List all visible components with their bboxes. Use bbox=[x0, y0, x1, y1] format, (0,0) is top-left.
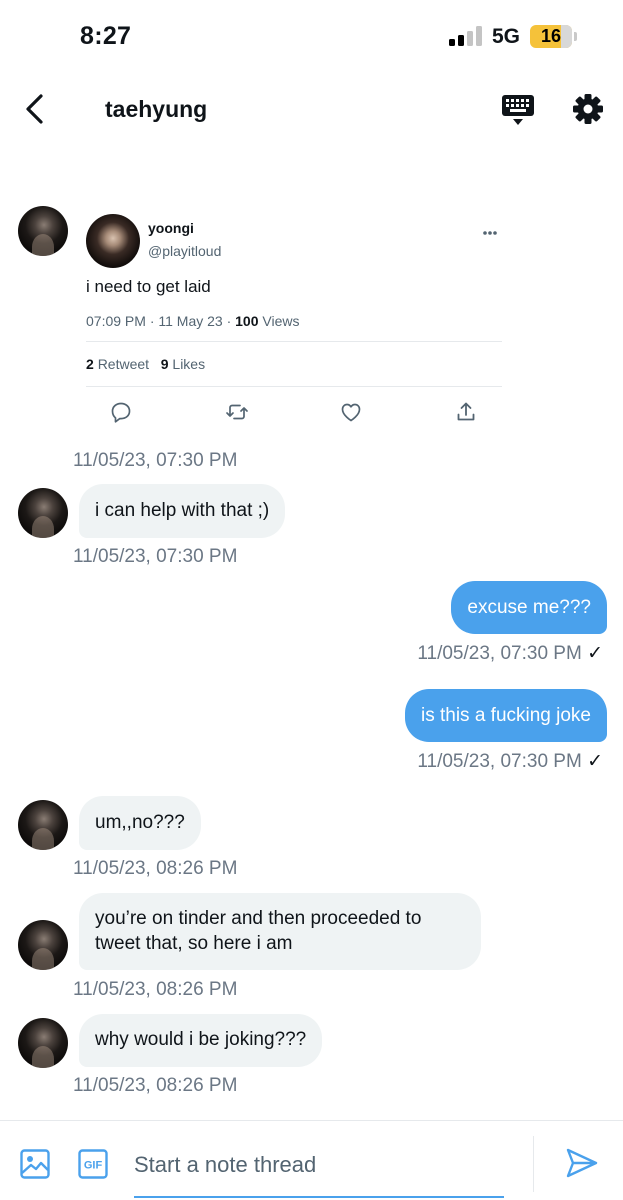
tweet-stats: 2 Retweet 9 Likes bbox=[86, 356, 205, 372]
retweet-button[interactable] bbox=[225, 400, 249, 424]
message-timestamp: 11/05/23, 08:26 PM bbox=[73, 858, 238, 879]
add-image-button[interactable] bbox=[19, 1148, 51, 1180]
tweet-text: i need to get laid bbox=[86, 277, 211, 296]
message-timestamp-row: 11/05/23, 07:30 PM ✓ bbox=[417, 642, 603, 665]
tweet-views-label: Views bbox=[262, 313, 300, 329]
tweet-divider bbox=[86, 386, 502, 387]
composer-divider bbox=[0, 1120, 623, 1121]
send-button[interactable] bbox=[564, 1145, 600, 1181]
read-check-icon: ✓ bbox=[587, 643, 603, 664]
likes-count: 9 bbox=[160, 356, 169, 372]
likes-label[interactable]: Likes bbox=[172, 356, 205, 372]
chevron-left-icon bbox=[26, 94, 43, 124]
keyboard-icon bbox=[502, 95, 534, 125]
outgoing-message[interactable]: is this a fucking joke bbox=[404, 689, 607, 742]
message-timestamp: 11/05/23, 07:30 PM bbox=[73, 450, 238, 471]
battery-icon: 16 bbox=[530, 25, 572, 48]
status-time: 8:27 bbox=[80, 22, 132, 50]
share-button[interactable] bbox=[454, 400, 478, 424]
add-gif-button[interactable]: GIF bbox=[77, 1148, 109, 1180]
composer-separator bbox=[533, 1136, 534, 1192]
incoming-message[interactable]: why would i be joking??? bbox=[79, 1014, 323, 1067]
gif-icon: GIF bbox=[78, 1149, 108, 1179]
more-horizontal-icon bbox=[483, 231, 497, 235]
settings-button[interactable] bbox=[571, 92, 605, 126]
sender-avatar[interactable] bbox=[18, 1018, 68, 1068]
reply-button[interactable] bbox=[109, 400, 133, 424]
sender-avatar[interactable] bbox=[18, 206, 68, 256]
image-icon bbox=[20, 1149, 50, 1179]
gif-label: GIF bbox=[84, 1160, 103, 1172]
tweet-author-avatar[interactable] bbox=[86, 214, 140, 268]
message-timestamp: 11/05/23, 08:26 PM bbox=[73, 1075, 238, 1096]
battery-cap bbox=[574, 32, 577, 41]
retweet-label[interactable]: Retweet bbox=[98, 356, 149, 372]
signal-icon bbox=[449, 26, 483, 46]
reply-icon bbox=[111, 402, 131, 423]
network-label: 5G bbox=[492, 25, 521, 48]
tweet-time: 07:09 PM · 11 May 23 · bbox=[86, 313, 236, 329]
note-thread-input[interactable] bbox=[134, 1146, 504, 1184]
send-icon bbox=[566, 1148, 598, 1178]
tweet-author-name[interactable]: yoongi bbox=[148, 220, 194, 236]
tweet-meta: 07:09 PM · 11 May 23 · 100 Views bbox=[86, 313, 299, 329]
battery-level: 16 bbox=[540, 26, 562, 46]
outgoing-message[interactable]: excuse me??? bbox=[451, 581, 607, 634]
message-timestamp: 11/05/23, 08:26 PM bbox=[73, 979, 238, 1000]
conversation-title[interactable]: taehyung bbox=[105, 96, 207, 123]
message-timestamp: 11/05/23, 07:30 PM bbox=[417, 751, 582, 772]
input-underline bbox=[134, 1196, 504, 1198]
read-check-icon: ✓ bbox=[587, 751, 603, 772]
keyboard-button[interactable] bbox=[500, 92, 536, 128]
sender-avatar[interactable] bbox=[18, 920, 68, 970]
retweet-icon bbox=[226, 404, 248, 420]
message-timestamp: 11/05/23, 07:30 PM bbox=[417, 643, 582, 664]
tweet-divider bbox=[86, 341, 502, 342]
incoming-message[interactable]: um,,no??? bbox=[79, 796, 201, 850]
like-button[interactable] bbox=[339, 400, 363, 424]
tweet-more-button[interactable] bbox=[478, 224, 502, 240]
incoming-message[interactable]: i can help with that ;) bbox=[79, 484, 286, 538]
message-timestamp-row: 11/05/23, 07:30 PM ✓ bbox=[417, 750, 603, 773]
heart-icon bbox=[341, 403, 361, 422]
tweet-views-count: 100 bbox=[235, 313, 259, 329]
incoming-message[interactable]: you’re on tinder and then proceeded to t… bbox=[79, 893, 481, 970]
sender-avatar[interactable] bbox=[18, 488, 68, 538]
sender-avatar[interactable] bbox=[18, 800, 68, 850]
back-button[interactable] bbox=[18, 92, 52, 126]
tweet-author-handle[interactable]: @playitloud bbox=[148, 243, 221, 259]
retweet-count: 2 bbox=[86, 356, 94, 372]
share-icon bbox=[457, 402, 475, 421]
gear-icon bbox=[573, 94, 603, 124]
message-timestamp: 11/05/23, 07:30 PM bbox=[73, 546, 238, 567]
